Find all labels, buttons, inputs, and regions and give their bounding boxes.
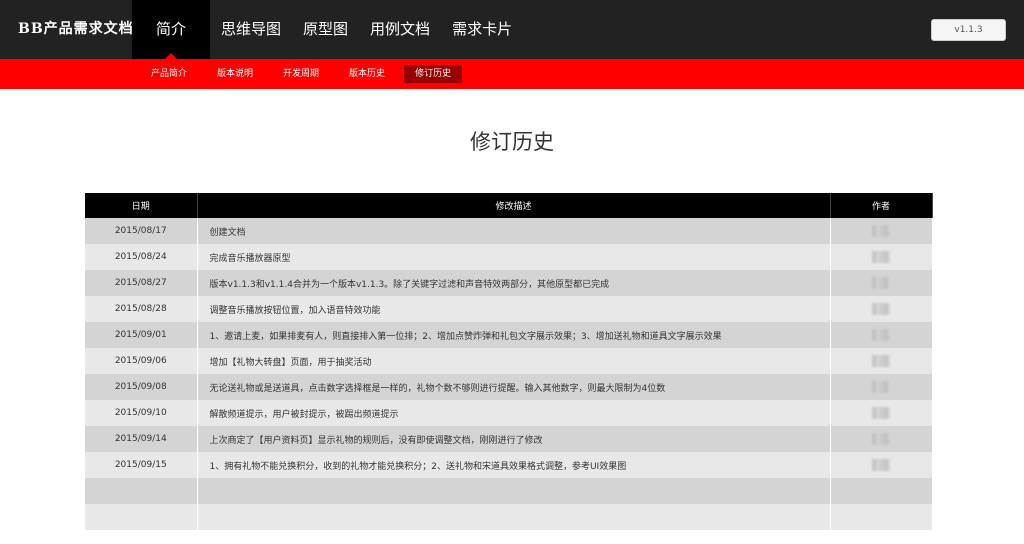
cell-author [830, 296, 933, 322]
table-row: 2015/08/24 完成音乐播放器原型 [85, 244, 933, 270]
page-title: 修订历史 [470, 130, 554, 154]
version-button[interactable]: v1.1.3 [931, 19, 1006, 41]
redacted-author [872, 381, 890, 393]
cell-date: 2015/08/17 [85, 218, 198, 244]
table-row: 2015/09/15 1、拥有礼物不能兑换积分，收到的礼物才能兑换积分；2、送礼物… [85, 452, 933, 478]
redacted-author [872, 303, 890, 315]
nav-tab-usecase[interactable]: 用例文档 [359, 0, 441, 59]
sub-nav: 产品简介 版本说明 开发周期 版本历史 修订历史 [140, 59, 470, 89]
cell-author [830, 374, 933, 400]
top-nav-bar: BB产品需求文档 简介 思维导图 原型图 用例文档 需求卡片 v1.1.3 [0, 0, 1024, 59]
table-row: 2015/08/17 创建文档 [85, 218, 933, 244]
subnav-version-notes[interactable]: 版本说明 [206, 65, 264, 83]
cell-desc [197, 504, 831, 530]
cell-date: 2015/09/08 [85, 374, 198, 400]
cell-date: 2015/08/27 [85, 270, 198, 296]
subnav-dev-cycle[interactable]: 开发周期 [272, 65, 330, 83]
cell-date: 2015/09/01 [85, 322, 198, 348]
table-header-row: 日期 修改描述 作者 [85, 193, 933, 218]
table-row: 2015/09/10 解散频道提示，用户被封提示，被踢出频道提示 [85, 400, 933, 426]
redacted-author [872, 459, 890, 471]
cell-date: 2015/09/15 [85, 452, 198, 478]
cell-desc: 创建文档 [197, 218, 831, 244]
cell-author [830, 400, 933, 426]
nav-tab-prototype[interactable]: 原型图 [292, 0, 359, 59]
cell-desc [197, 478, 831, 504]
table-row: 2015/09/08 无论送礼物或是送道具，点击数字选择框是一样的，礼物个数不够则… [85, 374, 933, 400]
redacted-author [872, 329, 890, 341]
main-nav: 简介 思维导图 原型图 用例文档 需求卡片 [132, 0, 523, 59]
cell-desc: 增加【礼物大转盘】页面，用于抽奖活动 [197, 348, 831, 374]
subnav-product-intro[interactable]: 产品简介 [140, 65, 198, 83]
cell-date [85, 478, 198, 504]
cell-desc: 调整音乐播放按钮位置，加入语音特效功能 [197, 296, 831, 322]
cell-author [830, 322, 933, 348]
cell-date: 2015/09/14 [85, 426, 198, 452]
cell-desc: 完成音乐播放器原型 [197, 244, 831, 270]
table-row: 2015/09/06 增加【礼物大转盘】页面，用于抽奖活动 [85, 348, 933, 374]
cell-date: 2015/09/06 [85, 348, 198, 374]
redacted-author [872, 251, 890, 263]
cell-author [830, 478, 933, 504]
redacted-author [872, 407, 890, 419]
cell-desc: 无论送礼物或是送道具，点击数字选择框是一样的，礼物个数不够则进行提醒。输入其他数… [197, 374, 831, 400]
cell-author [830, 270, 933, 296]
redacted-author [872, 355, 890, 367]
cell-author [830, 426, 933, 452]
revision-table: 日期 修改描述 作者 2015/08/17 创建文档 2015/08/24 完成音乐播… [85, 193, 933, 530]
table-row: 2015/09/14 上次商定了【用户资料页】显示礼物的规则后，没有即使调整文档，… [85, 426, 933, 452]
cell-date: 2015/09/10 [85, 400, 198, 426]
cell-author [830, 452, 933, 478]
cell-date: 2015/08/24 [85, 244, 198, 270]
redacted-author [872, 225, 890, 237]
cell-desc: 上次商定了【用户资料页】显示礼物的规则后，没有即使调整文档，刚刚进行了修改 [197, 426, 831, 452]
cell-date: 2015/08/28 [85, 296, 198, 322]
cell-desc: 解散频道提示，用户被封提示，被踢出频道提示 [197, 400, 831, 426]
table-body: 2015/08/17 创建文档 2015/08/24 完成音乐播放器原型 2015/08… [85, 218, 933, 530]
nav-tab-mindmap[interactable]: 思维导图 [210, 0, 292, 59]
subnav-version-history[interactable]: 版本历史 [338, 65, 396, 83]
nav-tab-intro[interactable]: 简介 [132, 0, 211, 59]
cell-desc: 1、邀请上麦，如果排麦有人，则直接排入第一位排；2、增加点赞炸弹和礼包文字展示效… [197, 322, 831, 348]
cell-desc: 版本v1.1.3和v1.1.4合并为一个版本v1.1.3。除了关键字过滤和声音特… [197, 270, 831, 296]
header-date: 日期 [85, 193, 198, 218]
subnav-revision-history[interactable]: 修订历史 [404, 65, 463, 83]
table-row: 2015/08/27 版本v1.1.3和v1.1.4合并为一个版本v1.1.3。除… [85, 270, 933, 296]
redacted-author [872, 433, 890, 445]
cell-author [830, 348, 933, 374]
cell-desc: 1、拥有礼物不能兑换积分，收到的礼物才能兑换积分；2、送礼物和宋道具效果格式调整… [197, 452, 831, 478]
redacted-author [872, 277, 890, 289]
table-row: 2015/08/28 调整音乐播放按钮位置，加入语音特效功能 [85, 296, 933, 322]
brand-title: BB产品需求文档 [18, 21, 134, 37]
header-desc: 修改描述 [197, 193, 831, 218]
table-row [85, 504, 933, 530]
table-row: 2015/09/01 1、邀请上麦，如果排麦有人，则直接排入第一位排；2、增加点赞… [85, 322, 933, 348]
cell-author [830, 244, 933, 270]
nav-tab-cards[interactable]: 需求卡片 [441, 0, 523, 59]
sub-nav-bar: 产品简介 版本说明 开发周期 版本历史 修订历史 [0, 59, 1024, 89]
header-author: 作者 [830, 193, 933, 218]
table-row [85, 478, 933, 504]
cell-date [85, 504, 198, 530]
cell-author [830, 218, 933, 244]
cell-author [830, 504, 933, 530]
